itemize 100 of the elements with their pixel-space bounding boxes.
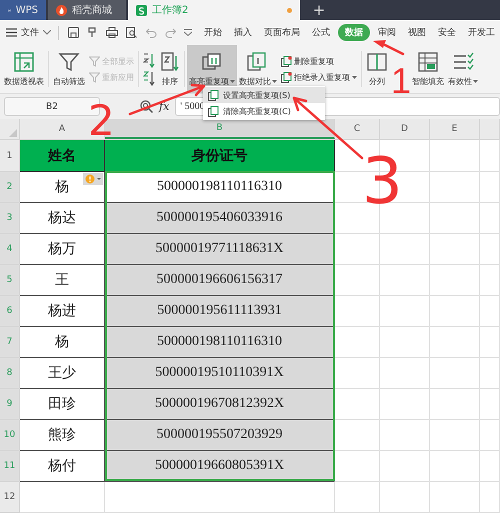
empty-cell <box>380 482 430 513</box>
table-cell: 50000019771118631X <box>105 234 335 265</box>
empty-cell <box>430 234 480 265</box>
sort-ascending-icon[interactable] <box>143 52 156 68</box>
filter-icon <box>89 72 100 82</box>
empty-cell <box>480 451 500 482</box>
menu-tab[interactable]: 页面布局 <box>264 24 300 41</box>
empty-cell <box>380 451 430 482</box>
row-header[interactable]: 12 <box>0 482 20 513</box>
ribbon-button[interactable]: 有效性 <box>446 45 480 93</box>
empty-cell <box>480 203 500 234</box>
table-header-cell: 姓名 <box>20 140 105 172</box>
empty-cell <box>480 420 500 451</box>
table-cell: 500000196606156317 <box>105 265 335 296</box>
table-cell: 熊珍 <box>20 420 105 451</box>
ribbon-small-button[interactable]: 删除重复项 <box>281 56 357 66</box>
print-icon[interactable] <box>106 27 118 38</box>
table-cell: 王少 <box>20 358 105 389</box>
smart-fill-icon <box>417 51 439 73</box>
empty-cell <box>380 265 430 296</box>
duplicate-icon <box>281 72 292 82</box>
menu-item[interactable]: 清除高亮重复项(C) <box>203 103 325 119</box>
format-painter-icon[interactable] <box>87 27 98 38</box>
ribbon-button[interactable]: 数据透视表 <box>2 45 46 93</box>
empty-cell <box>480 234 500 265</box>
empty-cell <box>480 172 500 203</box>
menu-tab[interactable]: 开发工 <box>468 24 495 41</box>
table-cell: 500000195611113931 <box>105 296 335 327</box>
table-cell: 500000195507203929 <box>105 420 335 451</box>
filter-icon <box>89 56 100 66</box>
column-header[interactable]: E <box>430 119 480 139</box>
empty-cell <box>430 358 480 389</box>
row-header[interactable]: 1 <box>0 140 20 172</box>
empty-cell <box>430 389 480 420</box>
customize-icon[interactable] <box>184 29 192 36</box>
empty-cell <box>480 482 500 513</box>
menu-tab[interactable]: 审阅 <box>378 24 396 41</box>
empty-cell <box>380 420 430 451</box>
table-cell: 杨进 <box>20 296 105 327</box>
duplicate-icon <box>208 106 219 116</box>
menu-tab[interactable]: 安全 <box>438 24 456 41</box>
empty-cell <box>480 296 500 327</box>
empty-cell <box>380 358 430 389</box>
duplicate-icon <box>208 90 219 100</box>
pivot-table-icon <box>13 51 35 73</box>
menu-tab[interactable]: 插入 <box>234 24 252 41</box>
annotation-arrow <box>373 40 404 56</box>
annotation-number: 1 <box>391 63 412 99</box>
ribbon-button[interactable]: 自动筛选 <box>51 45 87 93</box>
empty-cell <box>480 389 500 420</box>
column-header[interactable]: C <box>335 119 380 139</box>
tab[interactable]: 稻壳商城 <box>48 0 126 20</box>
table-cell: 杨付 <box>20 451 105 482</box>
sort-icon <box>160 51 180 73</box>
zoom-icon[interactable] <box>140 100 153 113</box>
table-cell: 50000019670812392X <box>105 389 335 420</box>
duplicate-icon <box>281 56 292 66</box>
split-columns-icon <box>366 51 388 73</box>
ribbon-button[interactable]: 排序 <box>158 45 182 93</box>
table-cell: 王 <box>20 265 105 296</box>
ribbon-button[interactable]: 分列 <box>364 45 390 93</box>
spreadsheet-icon <box>136 4 147 16</box>
menu-tab[interactable]: 公式 <box>312 24 330 41</box>
ribbon-button[interactable]: 智能填充 <box>410 45 446 93</box>
empty-cell <box>480 358 500 389</box>
empty-cell <box>335 482 380 513</box>
annotation-arrow <box>292 96 364 160</box>
table-cell: 500000195406033916 <box>105 203 335 234</box>
new-tab-button[interactable]: + <box>312 0 326 20</box>
table-cell: 杨万 <box>20 234 105 265</box>
column-header[interactable]: D <box>380 119 430 139</box>
file-menu[interactable]: 文件 <box>21 26 39 39</box>
empty-cell <box>380 234 430 265</box>
menu-icon[interactable] <box>6 28 17 37</box>
empty-cell <box>430 482 480 513</box>
tab[interactable]: WPS <box>0 0 46 20</box>
filter-icon <box>58 51 80 73</box>
empty-cell <box>430 203 480 234</box>
ribbon-small-button[interactable]: 拒绝录入重复项 <box>281 72 357 82</box>
table-cell: 杨达 <box>20 203 105 234</box>
table-cell: 杨 <box>20 172 105 203</box>
empty-cell <box>380 296 430 327</box>
empty-cell <box>380 389 430 420</box>
chevron-down-icon[interactable] <box>43 30 51 35</box>
table-cell: 500000198110116310 <box>105 327 335 358</box>
empty-cell <box>480 265 500 296</box>
table-cell: 50000019660805391X <box>105 451 335 482</box>
empty-cell <box>430 420 480 451</box>
print-preview-icon[interactable] <box>126 27 138 38</box>
empty-cell <box>430 296 480 327</box>
save-icon[interactable] <box>68 27 79 38</box>
menu-tab[interactable]: 开始 <box>204 24 222 41</box>
empty-cell <box>380 203 430 234</box>
empty-cell <box>380 327 430 358</box>
empty-cell <box>430 172 480 203</box>
menu-tab[interactable]: 视图 <box>408 24 426 41</box>
menu-item[interactable]: 设置高亮重复项(S) <box>203 87 325 103</box>
table-cell: 50000019510110391X <box>105 358 335 389</box>
sort-descending-icon[interactable] <box>143 70 156 86</box>
empty-cell <box>430 451 480 482</box>
